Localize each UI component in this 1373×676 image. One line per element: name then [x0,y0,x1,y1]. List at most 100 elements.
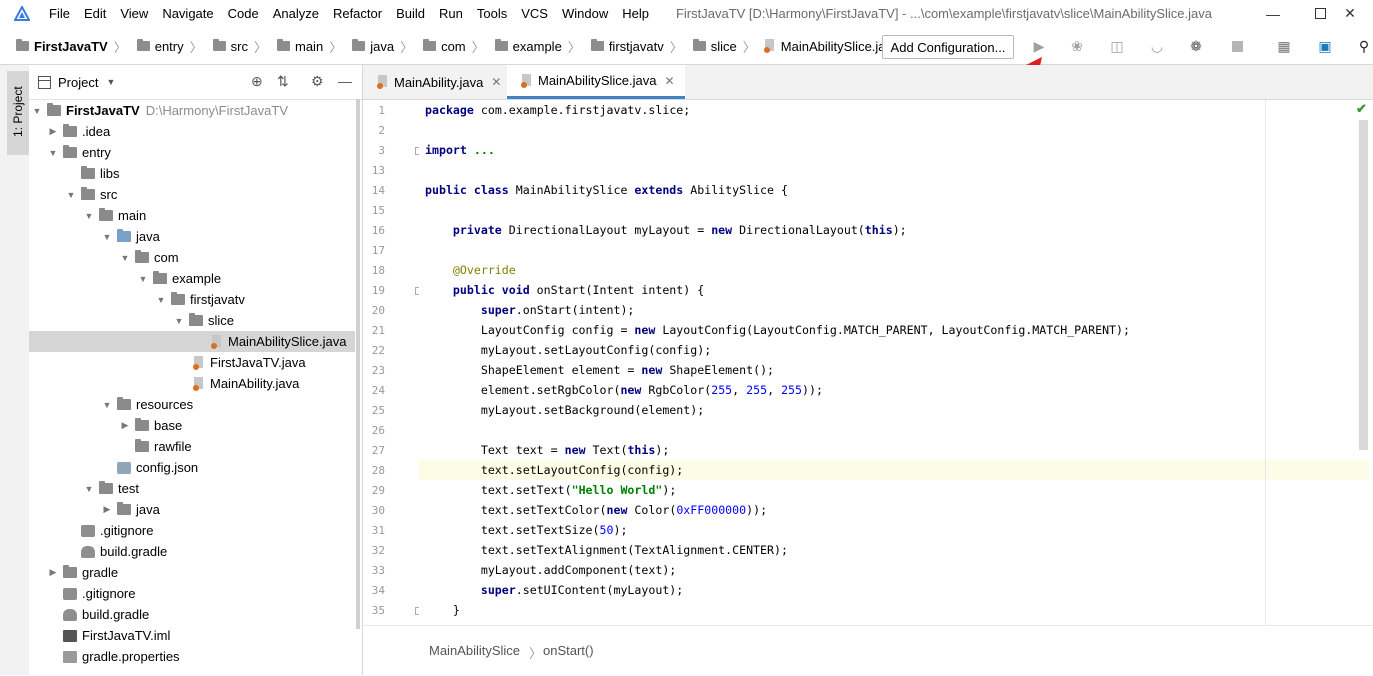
crumb-label: firstjavatv [608,38,664,54]
tree-item[interactable]: gradle.properties [29,646,385,667]
menu-refactor[interactable]: Refactor [326,0,389,27]
close-icon[interactable]: ✕ [665,74,675,88]
profile-button[interactable]: ◡ [1149,38,1165,54]
folder-icon [99,208,113,221]
menu-navigate[interactable]: Navigate [155,0,220,27]
add-configuration-button[interactable]: Add Configuration... [882,35,1014,59]
tree-label: MainAbilitySlice.java [228,334,347,349]
chevron-down-icon[interactable]: ▼ [106,77,115,87]
search-button[interactable]: ⚲ [1356,38,1372,54]
crumb-main[interactable]: main 〉 [271,37,342,56]
gitignore-file-icon [81,524,95,537]
tab-mainabilityslice[interactable]: MainAbilitySlice.java ✕ [507,65,685,99]
crumb-com[interactable]: com 〉 [417,37,485,56]
menu-run[interactable]: Run [432,0,470,27]
tree-item[interactable]: ▶ .idea [29,121,373,142]
chevron-right-icon: 〉 [742,39,756,55]
crumb-src[interactable]: src 〉 [207,37,267,56]
menu-code[interactable]: Code [221,0,266,27]
menu-vcs[interactable]: VCS [514,0,555,27]
java-class-icon [521,73,533,88]
tab-mainability[interactable]: MainAbility.java ✕ [363,65,511,99]
editor-scrollbar[interactable] [1359,120,1368,450]
stop-button[interactable] [1229,38,1245,54]
tree-item[interactable]: .gitignore [29,520,403,541]
tree-item[interactable]: ▼ entry [29,142,373,163]
chevron-down-icon: ▼ [174,315,184,326]
tree-item[interactable]: ▼ main [29,205,409,226]
folder-icon [352,39,366,51]
line-number: 17 [371,244,385,257]
folder-icon [494,39,508,51]
code-line: text.setTextAlignment(TextAlignment.CENT… [425,543,788,557]
chevron-right-icon: 〉 [253,39,267,55]
crumb-java[interactable]: java 〉 [346,37,413,56]
collapse-all-icon[interactable]: ⇅ [277,73,289,90]
code-line: text.setLayoutConfig(config); [425,463,684,477]
tree-label: gradle [82,565,119,580]
code-editor[interactable]: package com.example.firstjavatv.slice; im… [419,100,1369,625]
chevron-down-icon: ▼ [120,252,130,263]
gear-icon[interactable]: ⚙ [311,73,324,90]
tree-label: base [154,418,183,433]
crumb-firstjavatv[interactable]: firstjavatv 〉 [585,37,683,56]
crumb-example[interactable]: example 〉 [489,37,581,56]
attach-debugger-button[interactable]: ❁ [1188,38,1204,54]
tree-item[interactable]: .gitignore [29,583,385,604]
tree-root[interactable]: ▼ FirstJavaTV D:\Harmony\FirstJavaTV [29,100,355,121]
tree-item[interactable]: ▼ test [29,478,409,499]
tree-item[interactable]: ▼ src [29,184,391,205]
crumb-slice[interactable]: slice 〉 [687,37,756,56]
code-line: package com.example.firstjavatv.slice; [425,103,691,117]
project-panel: Project ▼ ⊕ ⇅ ⚙ — ▼ FirstJavaTV D:\Harmo… [29,65,363,675]
breadcrumb-method[interactable]: onStart() [543,643,594,658]
device-manager-button[interactable]: ▣ [1317,38,1333,54]
line-number: 35 [371,604,385,617]
menu-tools[interactable]: Tools [470,0,514,27]
menu-window[interactable]: Window [555,0,615,27]
folder-icon [171,292,185,305]
close-window-button[interactable]: ✕ [1327,0,1373,27]
folder-icon [423,39,437,51]
coverage-button[interactable]: ◫ [1109,38,1125,54]
crumb-file[interactable]: MainAbilitySlice.java [760,39,899,54]
menu-help[interactable]: Help [615,0,656,27]
tree-item[interactable]: libs [29,163,403,184]
chevron-down-icon: ▼ [156,294,166,305]
project-view-selector[interactable]: Project [58,75,98,90]
tree-item-selected[interactable]: MainAbilitySlice.java [29,331,355,352]
debug-button[interactable]: ❀ [1069,38,1085,54]
menu-file[interactable]: File [42,0,77,27]
hide-panel-icon[interactable]: — [338,73,352,89]
tree-item[interactable]: build.gradle [29,604,385,625]
folder-icon [81,166,95,179]
menu-edit[interactable]: Edit [77,0,113,27]
crumb-entry[interactable]: entry 〉 [131,37,203,56]
tree-item[interactable]: build.gradle [29,541,403,562]
locate-icon[interactable]: ⊕ [251,73,263,90]
editor-breadcrumb: MainAbilitySlice 〉 onStart() [363,625,1373,676]
tree-item[interactable]: ▶ gradle [29,562,373,583]
menu-build[interactable]: Build [389,0,432,27]
folder-icon [153,271,167,284]
code-line: myLayout.setBackground(element); [425,403,705,417]
project-structure-button[interactable]: ▦ [1276,38,1292,54]
run-button[interactable]: ▶ [1031,38,1047,54]
project-tool-tab[interactable]: 1: Project [7,71,29,155]
tree-item[interactable]: FirstJavaTV.iml [29,625,385,646]
gradle-file-icon [63,608,77,621]
code-line: myLayout.setLayoutConfig(config); [425,343,712,357]
menu-analyze[interactable]: Analyze [266,0,326,27]
menu-view[interactable]: View [113,0,155,27]
code-line: text.setTextColor(new Color(0xFF000000))… [425,503,768,517]
chevron-down-icon: ▼ [138,273,148,284]
breadcrumb-class[interactable]: MainAbilitySlice [429,643,520,658]
window-title: FirstJavaTV [D:\Harmony\FirstJavaTV] - .… [675,6,1212,21]
tree-scrollbar[interactable] [356,99,360,629]
minimize-button[interactable]: — [1250,0,1296,27]
chevron-right-icon: 〉 [567,39,581,55]
crumb-project[interactable]: FirstJavaTV 〉 [10,37,127,56]
line-number: 26 [371,424,385,437]
tree-label: src [100,187,118,202]
close-icon[interactable]: ✕ [491,75,501,89]
